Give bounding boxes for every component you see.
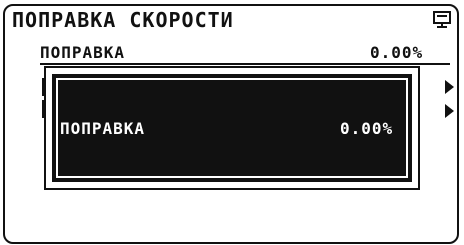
menu-item-label[interactable]: ПОПРАВКА	[40, 42, 125, 64]
popup-value-field[interactable]: 0.00%	[340, 118, 393, 140]
popup-label: ПОПРАВКА	[60, 119, 146, 138]
menu-item-value: 0.00%	[370, 43, 424, 62]
page-title: ПОПРАВКА СКОРОСТИ	[12, 8, 234, 32]
arrow-right-icon[interactable]	[445, 104, 454, 118]
device-screen: ПОПРАВКА СКОРОСТИ ПОПРАВКА 0.00% ПОПРАВК…	[0, 0, 464, 245]
selection-underline	[40, 63, 450, 65]
arrow-right-icon[interactable]	[445, 80, 454, 94]
monitor-icon[interactable]	[432, 10, 452, 30]
